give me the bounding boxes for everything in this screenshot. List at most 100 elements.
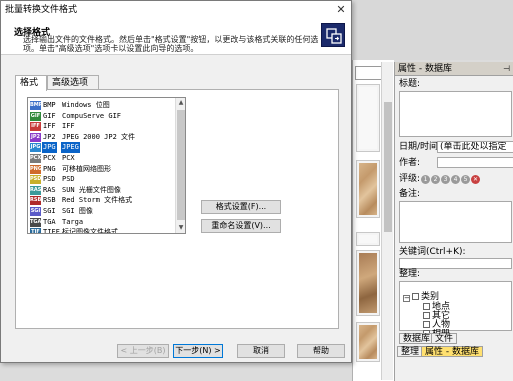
format-settings-button[interactable]: 格式设置(F)... [201, 200, 281, 214]
category-tree[interactable] [399, 281, 512, 331]
format-extension: PCX [43, 154, 56, 162]
author-field[interactable] [437, 157, 513, 168]
format-list-item[interactable]: PCX PCX PCX [28, 153, 175, 164]
thumbnail[interactable] [356, 84, 380, 152]
scrollbar-thumb[interactable] [384, 102, 392, 232]
format-list-item[interactable]: BMP BMP Windows 位图 [28, 100, 175, 111]
help-button[interactable]: 帮助 [297, 344, 345, 358]
checkbox[interactable] [423, 312, 430, 319]
tab-organize[interactable]: 整理 [397, 346, 424, 357]
format-description: 可移植网络图形 [62, 164, 111, 173]
checkbox[interactable] [412, 293, 419, 300]
title-label: 标题: [399, 79, 421, 89]
pin-icon[interactable]: ⊣ [503, 63, 510, 75]
format-description: CompuServe GIF [62, 111, 122, 120]
format-list-item[interactable]: JP2 JP2 JPEG 2000 JP2 文件 [28, 132, 175, 143]
cancel-button[interactable]: 取消 [237, 344, 285, 358]
format-list-item[interactable]: SGI SGI SGI 图像 [28, 206, 175, 217]
rating-4[interactable]: 4 [451, 175, 460, 184]
background-toolbar [352, 0, 513, 60]
tab-database[interactable]: 数据库 [399, 333, 435, 344]
rating-2[interactable]: 2 [431, 175, 440, 184]
rating-label: 评级: [399, 174, 421, 184]
keywords-label: 关键词(Ctrl+K): [399, 247, 466, 257]
rename-settings-button[interactable]: 重命名设置(V)... [201, 219, 281, 233]
tab-format[interactable]: 格式 [15, 75, 47, 91]
collapse-icon[interactable]: − [403, 295, 410, 302]
format-list-item[interactable]: TIF TIFF 标记图像文件格式 [28, 227, 175, 234]
organize-label: 整理: [399, 269, 421, 279]
properties-title-text: 属性 - 数据库 [398, 64, 452, 74]
checkbox[interactable] [423, 303, 430, 310]
notes-field[interactable] [399, 201, 512, 243]
thumbnail[interactable] [356, 232, 380, 246]
file-format-icon: IFF [30, 122, 41, 132]
rating-5[interactable]: 5 [461, 175, 470, 184]
file-format-icon: PNG [30, 164, 42, 174]
format-extension: TGA [43, 217, 56, 226]
format-extension: BMP [43, 101, 56, 109]
file-format-icon: PCX [30, 154, 42, 163]
checkbox[interactable] [423, 321, 430, 328]
tab-advanced-options[interactable]: 高级选项 [47, 75, 99, 90]
convert-wizard-icon [321, 23, 345, 47]
format-extension: JP2 [43, 132, 56, 141]
title-field[interactable] [399, 91, 512, 137]
dialog-titlebar: 批量转换文件格式 ✕ [1, 1, 351, 19]
format-list-item[interactable]: RSB RSB Red Storm 文件格式 [28, 195, 175, 206]
next-button[interactable]: 下一步(N) > [173, 344, 223, 358]
file-format-icon: TIF [30, 228, 41, 233]
tree-root[interactable]: − 类别 [403, 292, 439, 302]
dialog-title: 批量转换文件格式 [5, 5, 78, 15]
format-list-item[interactable]: IFF IFF IFF [28, 121, 175, 132]
file-format-icon: BMP [30, 101, 43, 110]
date-label: 日期/时间: [399, 142, 442, 152]
format-description: PCX [62, 154, 75, 162]
tab-properties-database[interactable]: 属性 - 数据库 [421, 346, 483, 357]
step-description: 选择输出文件的文件格式。然后单击"格式设置"按钮，以更改与该格式关联的任何选项。… [23, 35, 319, 53]
close-icon[interactable]: ✕ [334, 3, 348, 17]
format-description: SUN 光栅文件图像 [62, 185, 121, 194]
tab-file[interactable]: 文件 [431, 333, 458, 344]
format-description: Red Storm 文件格式 [62, 196, 133, 205]
file-format-icon: PSD [30, 175, 42, 185]
format-extension: TIFF [43, 228, 60, 234]
notes-label: 备注: [399, 189, 421, 199]
scrollbar-thumb[interactable] [177, 110, 185, 220]
back-button[interactable]: < 上一步(B) [117, 344, 169, 358]
rating-control[interactable]: 1 2 3 4 5 ✕ [421, 175, 480, 184]
rating-clear-icon[interactable]: ✕ [471, 175, 480, 184]
file-format-icon: JP2 [30, 132, 41, 142]
rating-1[interactable]: 1 [421, 175, 430, 184]
format-description: PSD [62, 175, 75, 184]
scroll-down-icon[interactable]: ▼ [176, 223, 185, 233]
date-field[interactable]: (单击此处以指定 [437, 141, 513, 153]
format-extension: GIF [43, 111, 56, 120]
format-list-item[interactable]: GIF GIF CompuServe GIF [28, 111, 175, 122]
author-label: 作者: [399, 158, 421, 168]
format-extension: PNG [43, 164, 56, 173]
thumbnail[interactable] [356, 322, 380, 362]
format-list-item[interactable]: JPG JPG JPEG [28, 142, 175, 154]
rating-3[interactable]: 3 [441, 175, 450, 184]
format-list-item[interactable]: TGA TGA Targa [28, 217, 175, 228]
format-extension: SGI [43, 207, 56, 215]
format-description: IFF [62, 122, 75, 131]
format-extension: RSB [43, 196, 56, 205]
thumbnail-scrollbar[interactable] [381, 62, 393, 380]
scroll-up-icon[interactable]: ▲ [176, 98, 185, 108]
properties-panel: 属性 - 数据库 ⊣ 标题: 日期/时间: (单击此处以指定 作者: 评级: 1… [394, 62, 513, 381]
format-list-item[interactable]: PNG PNG 可移植网络图形 [28, 164, 175, 175]
thumbnail[interactable] [356, 250, 380, 316]
format-list-scrollbar[interactable]: ▲ ▼ [175, 98, 185, 233]
file-format-icon: RSB [30, 196, 42, 206]
thumbnail[interactable] [356, 160, 380, 218]
format-list-item[interactable]: PSD PSD PSD [28, 174, 175, 185]
file-format-icon: TGA [30, 217, 42, 227]
format-list-item[interactable]: RAS RAS SUN 光栅文件图像 [28, 185, 175, 196]
format-list[interactable]: BMP BMP Windows 位图 GIF GIF CompuServe GIF IFF I… [27, 97, 186, 234]
format-description: JPEG 2000 JP2 文件 [62, 132, 136, 141]
format-extension: IFF [43, 122, 56, 131]
format-extension: PSD [43, 175, 56, 184]
format-description: JPEG [61, 142, 80, 154]
